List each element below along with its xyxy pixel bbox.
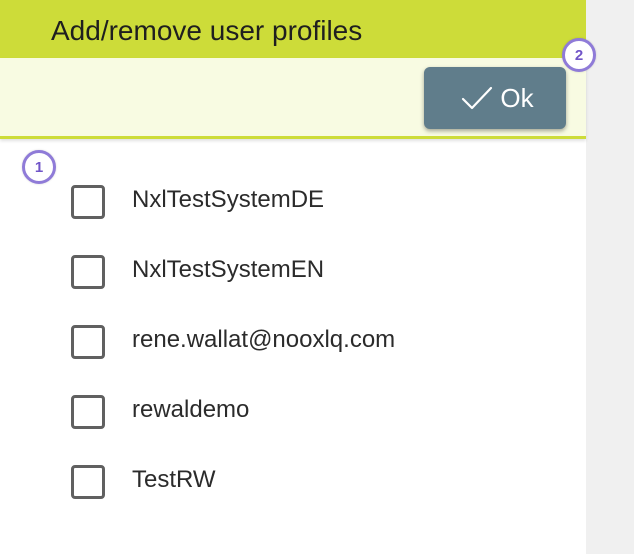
profile-item[interactable]: NxlTestSystemEN: [0, 235, 586, 305]
profile-checkbox[interactable]: [71, 465, 105, 499]
user-profiles-dialog: Add/remove user profiles Ok 2 1 NxlTestS…: [0, 0, 634, 554]
dialog-header: Add/remove user profiles: [0, 0, 586, 58]
profile-label: rene.wallat@nooxlq.com: [132, 326, 396, 353]
profile-item[interactable]: TestRW: [0, 445, 586, 515]
profile-item[interactable]: NxlTestSystemDE: [0, 165, 586, 235]
profile-checkbox[interactable]: [71, 255, 105, 289]
right-gutter: [586, 0, 634, 554]
profile-list: NxlTestSystemDE NxlTestSystemEN rene.wal…: [0, 165, 586, 515]
profile-item[interactable]: rewaldemo: [0, 375, 586, 445]
profile-label: NxlTestSystemEN: [132, 256, 325, 283]
profile-label: rewaldemo: [132, 396, 250, 423]
profile-label: NxlTestSystemDE: [132, 186, 325, 213]
check-icon: [460, 83, 494, 113]
profile-checkbox[interactable]: [71, 325, 105, 359]
profile-label: TestRW: [132, 466, 216, 493]
profile-checkbox[interactable]: [71, 185, 105, 219]
dialog-title: Add/remove user profiles: [51, 15, 363, 46]
callout-badge-2: 2: [562, 38, 596, 72]
profile-checkbox[interactable]: [71, 395, 105, 429]
ok-button[interactable]: Ok: [424, 67, 566, 129]
ok-label: Ok: [500, 83, 534, 113]
profile-item[interactable]: rene.wallat@nooxlq.com: [0, 305, 586, 375]
dialog-toolbar: Ok: [0, 58, 586, 139]
